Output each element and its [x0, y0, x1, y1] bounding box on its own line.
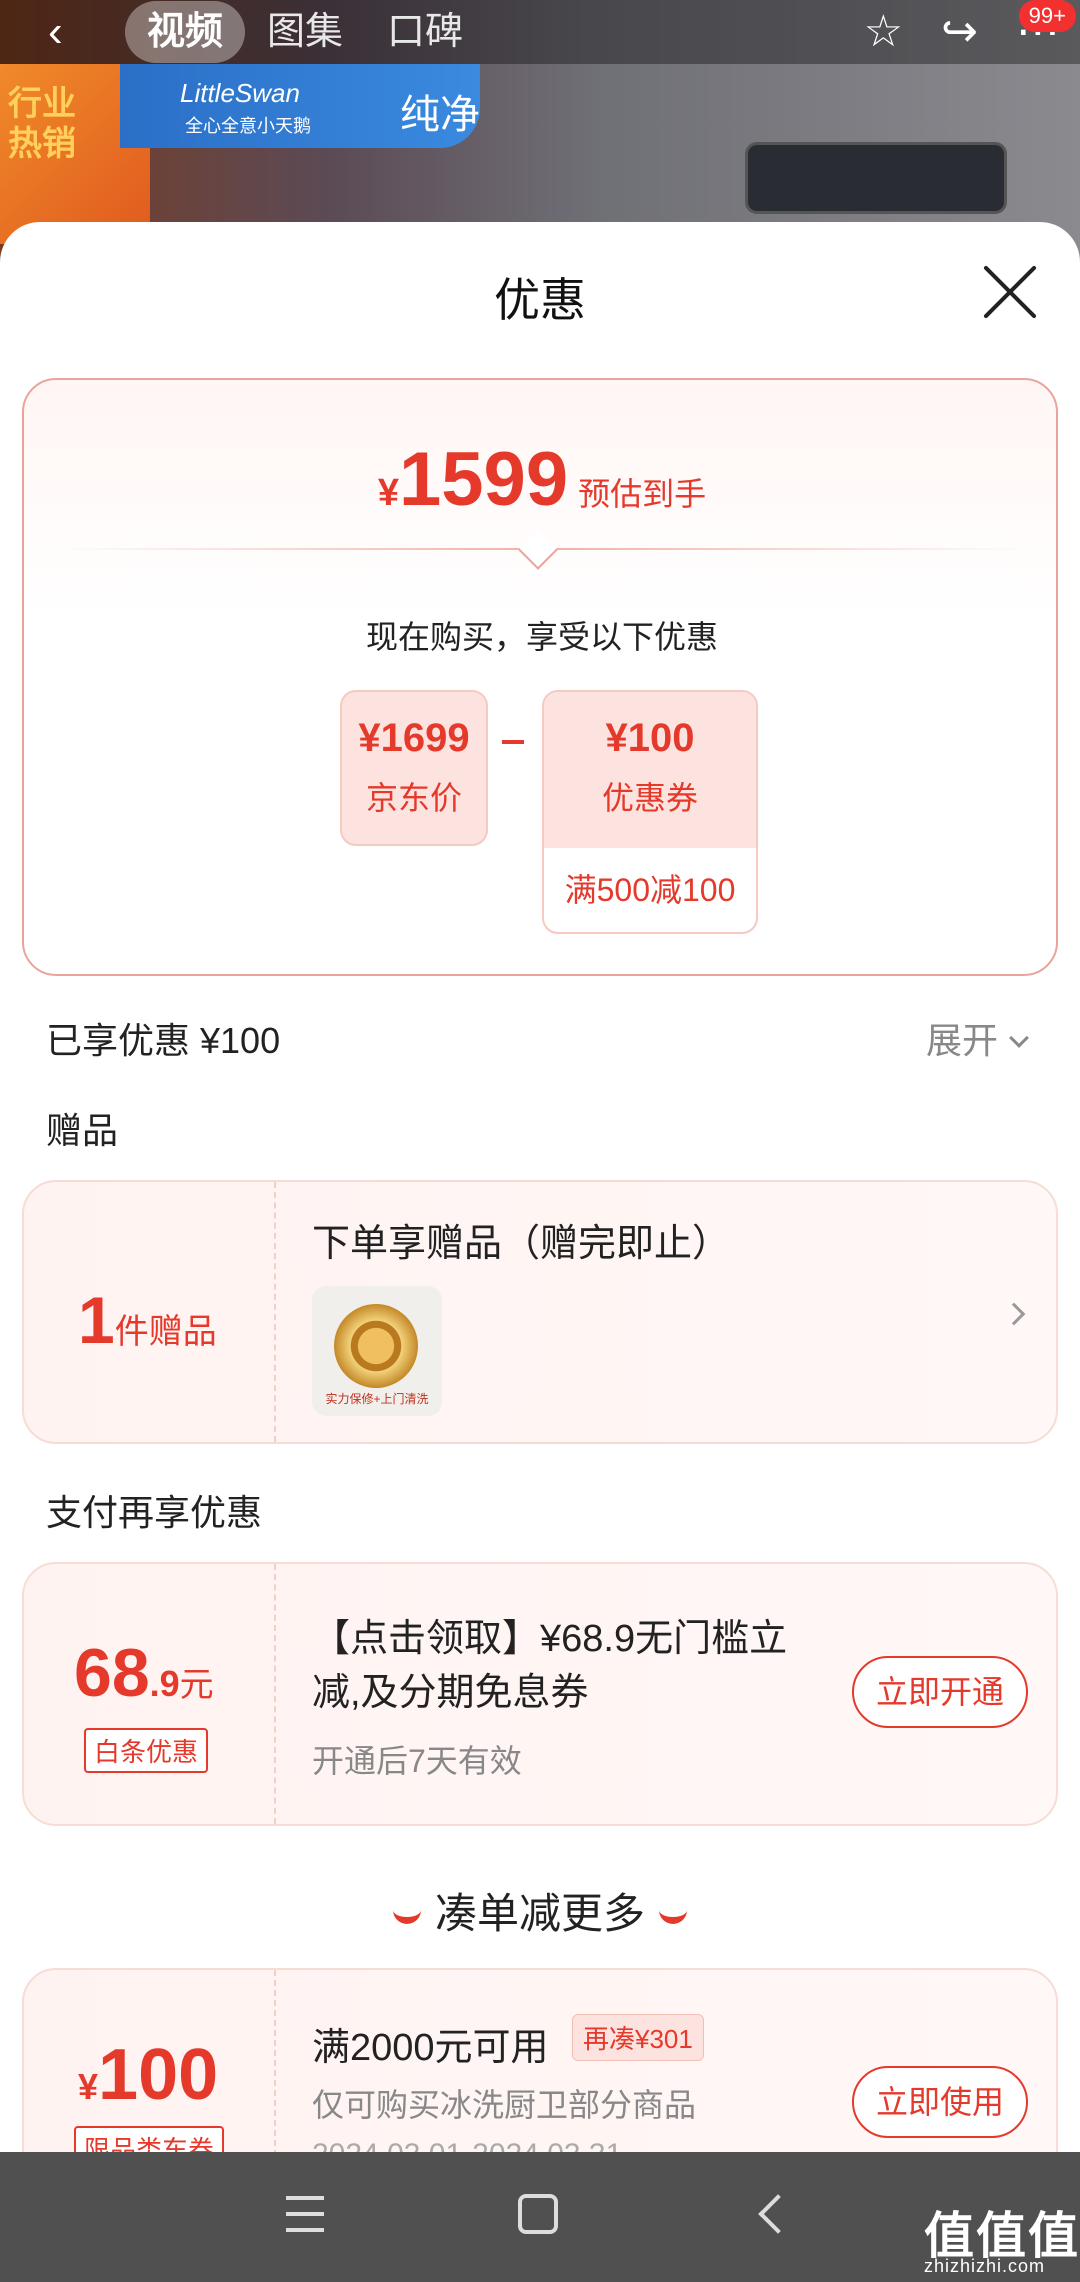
nav-back-icon[interactable] [758, 2194, 798, 2234]
coupon-label: 优惠券 [601, 780, 698, 816]
pay-amount-dec: .9 [149, 1663, 180, 1704]
estimated-price: ¥1599 预估到手 [24, 436, 1060, 523]
coupon-card-amount: ¥100 [78, 2034, 218, 2116]
enjoyed-discount: 已享优惠 ¥100 [46, 1020, 281, 1061]
coupon-condition: 满500减100 [564, 872, 736, 908]
category-coupon-tag: 限品类东券 [74, 2126, 225, 2152]
close-icon[interactable] [980, 262, 1040, 322]
tab-video[interactable]: 视频 [125, 1, 246, 63]
pay-section-title: 支付再享优惠 [46, 1492, 263, 1533]
jd-price-chip: ¥1699 京东价 [340, 690, 488, 846]
gift-section-title: 赠品 [46, 1110, 119, 1151]
brand-name: LittleSwan [180, 78, 300, 108]
coupon-card-title: 满2000元可用 [312, 2027, 549, 2069]
estimated-price-value: 1599 [399, 437, 569, 522]
add-more-badge: 再凑¥301 [572, 2014, 704, 2061]
discount-sheet: 优惠 ¥1599 预估到手 现在购买，享受以下优惠 ¥1699 京东价 ¥100 … [0, 222, 1080, 2152]
pay-amount: 68.9元 [74, 1634, 214, 1712]
watermark-url: zhizhizhi.com [924, 2256, 1046, 2276]
notification-badge: 99+ [1018, 0, 1076, 32]
gift-count: 1件赠品 [78, 1282, 217, 1358]
minus-icon [502, 740, 524, 744]
tab-gallery[interactable]: 图集 [245, 1, 365, 63]
share-icon[interactable]: ↪ [941, 8, 978, 56]
gift-image: 实力保修+上门清洗 [312, 1286, 442, 1416]
sheet-title: 优惠 [494, 274, 586, 326]
top-nav: ‹ 视频 图集 口碑 ☆ ↪ ⋯ 99+ [0, 0, 1080, 64]
recent-apps-icon[interactable] [286, 2196, 324, 2232]
coupon-card-value: 100 [98, 2035, 219, 2115]
pay-title: 【点击领取】¥68.9无门槛立减,及分期免息券 [312, 1618, 788, 1714]
expand-button[interactable]: 展开 [926, 1012, 1029, 1064]
use-now-button[interactable]: 立即使用 [852, 2066, 1028, 2138]
home-icon[interactable] [518, 2194, 558, 2234]
jd-price-amount: ¥1699 [358, 716, 470, 760]
price-summary: ¥1599 预估到手 现在购买，享受以下优惠 ¥1699 京东价 ¥100 优惠券… [22, 378, 1058, 976]
gift-count-number: 1 [78, 1283, 115, 1357]
coupon-chip: ¥100 优惠券 满500减100 [542, 690, 758, 934]
coupon-card-date: 2024.03.01-2024.03.31 [312, 2138, 622, 2152]
banner-pure-text: 纯净 [400, 93, 480, 137]
pay-amount-unit: 元 [179, 1666, 214, 1704]
jd-price-label: 京东价 [365, 780, 462, 816]
more-section-title: 凑单减更多 [0, 1880, 1080, 1941]
smile-icon [659, 1910, 687, 1924]
baitiao-tag: 白条优惠 [84, 1728, 209, 1773]
banner-text: 行业热销 [8, 85, 76, 163]
tab-reviews[interactable]: 口碑 [365, 1, 485, 63]
chevron-right-icon[interactable] [1002, 1302, 1026, 1326]
coupon-card-subtitle: 仅可购买冰洗厨卫部分商品 [312, 2087, 697, 2123]
coupon-card-currency: ¥ [78, 2066, 99, 2107]
system-nav-bar: 值值值 zhizhizhi.com [0, 2152, 1080, 2282]
activate-button[interactable]: 立即开通 [852, 1656, 1028, 1728]
gift-image-caption: 实力保修+上门清洗 [325, 1392, 429, 1406]
chevron-down-icon [1009, 1028, 1029, 1048]
buy-now-text: 现在购买，享受以下优惠 [365, 619, 718, 655]
favorite-star-icon[interactable]: ☆ [864, 8, 903, 56]
media-tabs: 视频 图集 口碑 [125, 0, 485, 64]
gift-count-unit: 件赠品 [114, 1313, 217, 1351]
warranty-seal-icon [334, 1304, 418, 1388]
estimated-price-label: 预估到手 [578, 476, 707, 512]
smile-icon [392, 1910, 421, 1924]
expand-label: 展开 [926, 1020, 999, 1061]
gift-title: 下单享赠品（赠完即止） [312, 1223, 731, 1265]
pay-subtitle: 开通后7天有效 [312, 1743, 522, 1779]
pay-discount-card: 68.9元 白条优惠 【点击领取】¥68.9无门槛立减,及分期免息券 开通后7天… [22, 1562, 1058, 1826]
coupon-amount: ¥100 [605, 716, 695, 760]
more-title-text: 凑单减更多 [434, 1890, 645, 1937]
divider-notch [518, 530, 558, 570]
gift-card[interactable]: 1件赠品 下单享赠品（赠完即止） 实力保修+上门清洗 [22, 1180, 1058, 1444]
back-icon[interactable]: ‹ [48, 10, 88, 54]
currency-symbol: ¥ [377, 472, 400, 514]
brand-subtitle: 全心全意小天鹅 [185, 116, 311, 136]
pay-amount-int: 68 [74, 1635, 150, 1711]
product-panel-image [745, 142, 1007, 214]
coupon-card: ¥100 限品类东券 满2000元可用 再凑¥301 仅可购买冰洗厨卫部分商品 … [22, 1968, 1058, 2152]
